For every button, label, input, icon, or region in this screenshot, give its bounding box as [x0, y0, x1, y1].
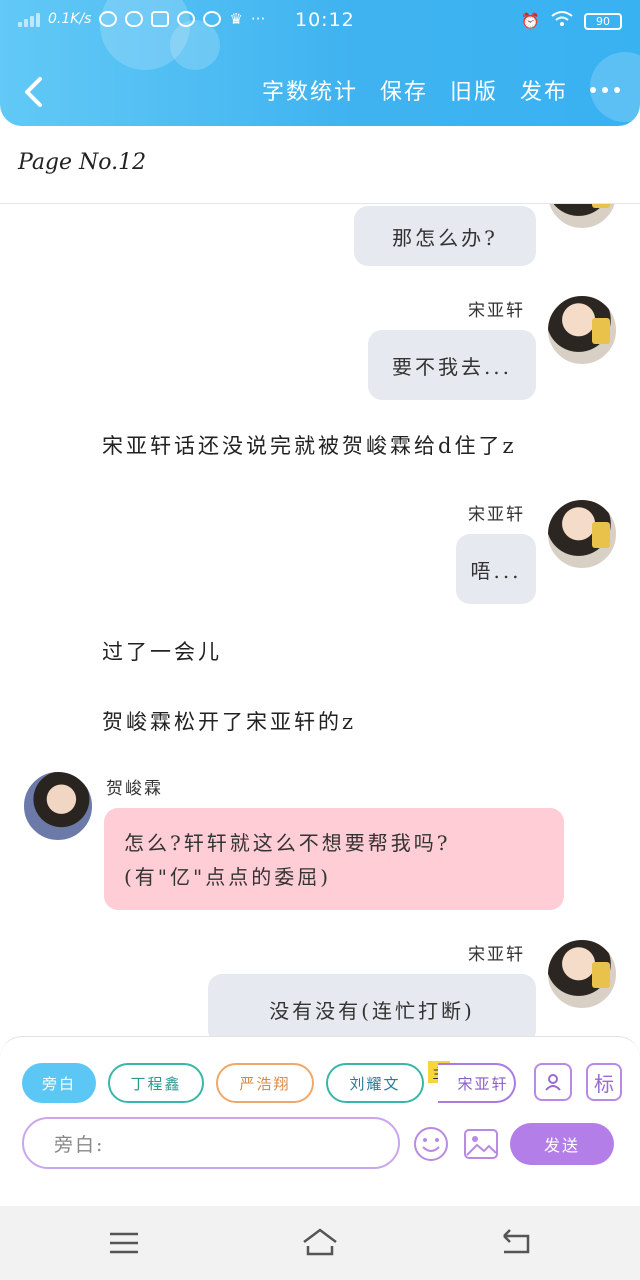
input-panel: 旁白 丁程鑫 严浩翔 刘耀文 主 宋亚轩 标 旁白: 发送: [0, 1036, 640, 1176]
message-bubble[interactable]: 唔...: [456, 534, 536, 604]
save-button[interactable]: 保存: [380, 74, 428, 106]
role-chip-song[interactable]: 宋亚轩: [438, 1063, 516, 1103]
chevron-left-icon: [25, 77, 42, 107]
message-bubble[interactable]: 要不我去...: [368, 330, 536, 400]
crown-icon: ♛: [229, 10, 243, 28]
status-bar: 0.1K/s ♛ ··· 10:12 ⏰ 90: [0, 0, 640, 44]
avatar[interactable]: [546, 938, 618, 1010]
header-actions: 字数统计 保存 旧版 发布: [262, 74, 620, 106]
sender-name: 宋亚轩: [468, 505, 525, 525]
publish-button[interactable]: 发布: [520, 74, 568, 106]
role-chip-liu[interactable]: 刘耀文: [326, 1063, 424, 1103]
page-number: Page No.12: [18, 150, 147, 175]
narration-text[interactable]: 过了一会儿: [102, 636, 222, 666]
back-nav-icon[interactable]: [496, 1226, 536, 1260]
message-bubble[interactable]: 那怎么办?: [354, 206, 536, 266]
fan-icon: [203, 11, 222, 27]
role-chip-ding[interactable]: 丁程鑫: [108, 1063, 204, 1103]
wifi-icon: [550, 10, 574, 32]
more-icon[interactable]: [590, 87, 620, 93]
wechat-icon: [99, 11, 118, 27]
status-time: 10:12: [295, 9, 355, 31]
word-count-button[interactable]: 字数统计: [262, 74, 358, 106]
music-icon: [177, 11, 196, 27]
send-button[interactable]: 发送: [510, 1123, 614, 1165]
net-speed: 0.1K/s: [48, 11, 92, 27]
home-icon[interactable]: [300, 1226, 340, 1260]
menu-icon[interactable]: [104, 1226, 144, 1260]
message-bubble[interactable]: 怎么?轩轩就这么不想要帮我吗?(有"亿"点点的委屈): [104, 808, 564, 910]
image-icon[interactable]: [462, 1125, 500, 1163]
tag-icon[interactable]: 标: [586, 1063, 622, 1101]
contact-card-icon[interactable]: [534, 1063, 572, 1101]
cloud-icon: [125, 11, 144, 27]
avatar[interactable]: [546, 204, 618, 230]
sender-name: 宋亚轩: [468, 301, 525, 321]
role-chip-narration[interactable]: 旁白: [22, 1063, 96, 1103]
chat-area[interactable]: 那怎么办? 宋亚轩 要不我去... 宋亚轩话还没说完就被贺峻霖给d住了z 宋亚轩…: [0, 204, 640, 1036]
role-chip-yan[interactable]: 严浩翔: [216, 1063, 314, 1103]
message-bubble[interactable]: 没有没有(连忙打断): [208, 974, 536, 1036]
list-icon: [151, 11, 170, 27]
app-header: 0.1K/s ♛ ··· 10:12 ⏰ 90 字数统计 保存 旧版 发布: [0, 0, 640, 126]
alarm-icon: ⏰: [521, 12, 540, 30]
system-navbar: [0, 1206, 640, 1280]
back-button[interactable]: [22, 76, 46, 108]
overflow-dots-icon: ···: [250, 10, 266, 28]
avatar[interactable]: [22, 770, 94, 842]
sender-name: 宋亚轩: [468, 945, 525, 965]
avatar[interactable]: [546, 498, 618, 570]
narration-text[interactable]: 贺峻霖松开了宋亚轩的z: [102, 706, 356, 736]
signal-icon: [18, 11, 40, 27]
sender-name: 贺峻霖: [106, 779, 163, 799]
message-input[interactable]: 旁白:: [22, 1117, 400, 1169]
narration-text[interactable]: 宋亚轩话还没说完就被贺峻霖给d住了z: [102, 430, 517, 460]
avatar[interactable]: [546, 294, 618, 366]
emoji-icon[interactable]: [412, 1125, 450, 1163]
old-version-button[interactable]: 旧版: [450, 74, 498, 106]
battery-icon: 90: [584, 12, 622, 30]
